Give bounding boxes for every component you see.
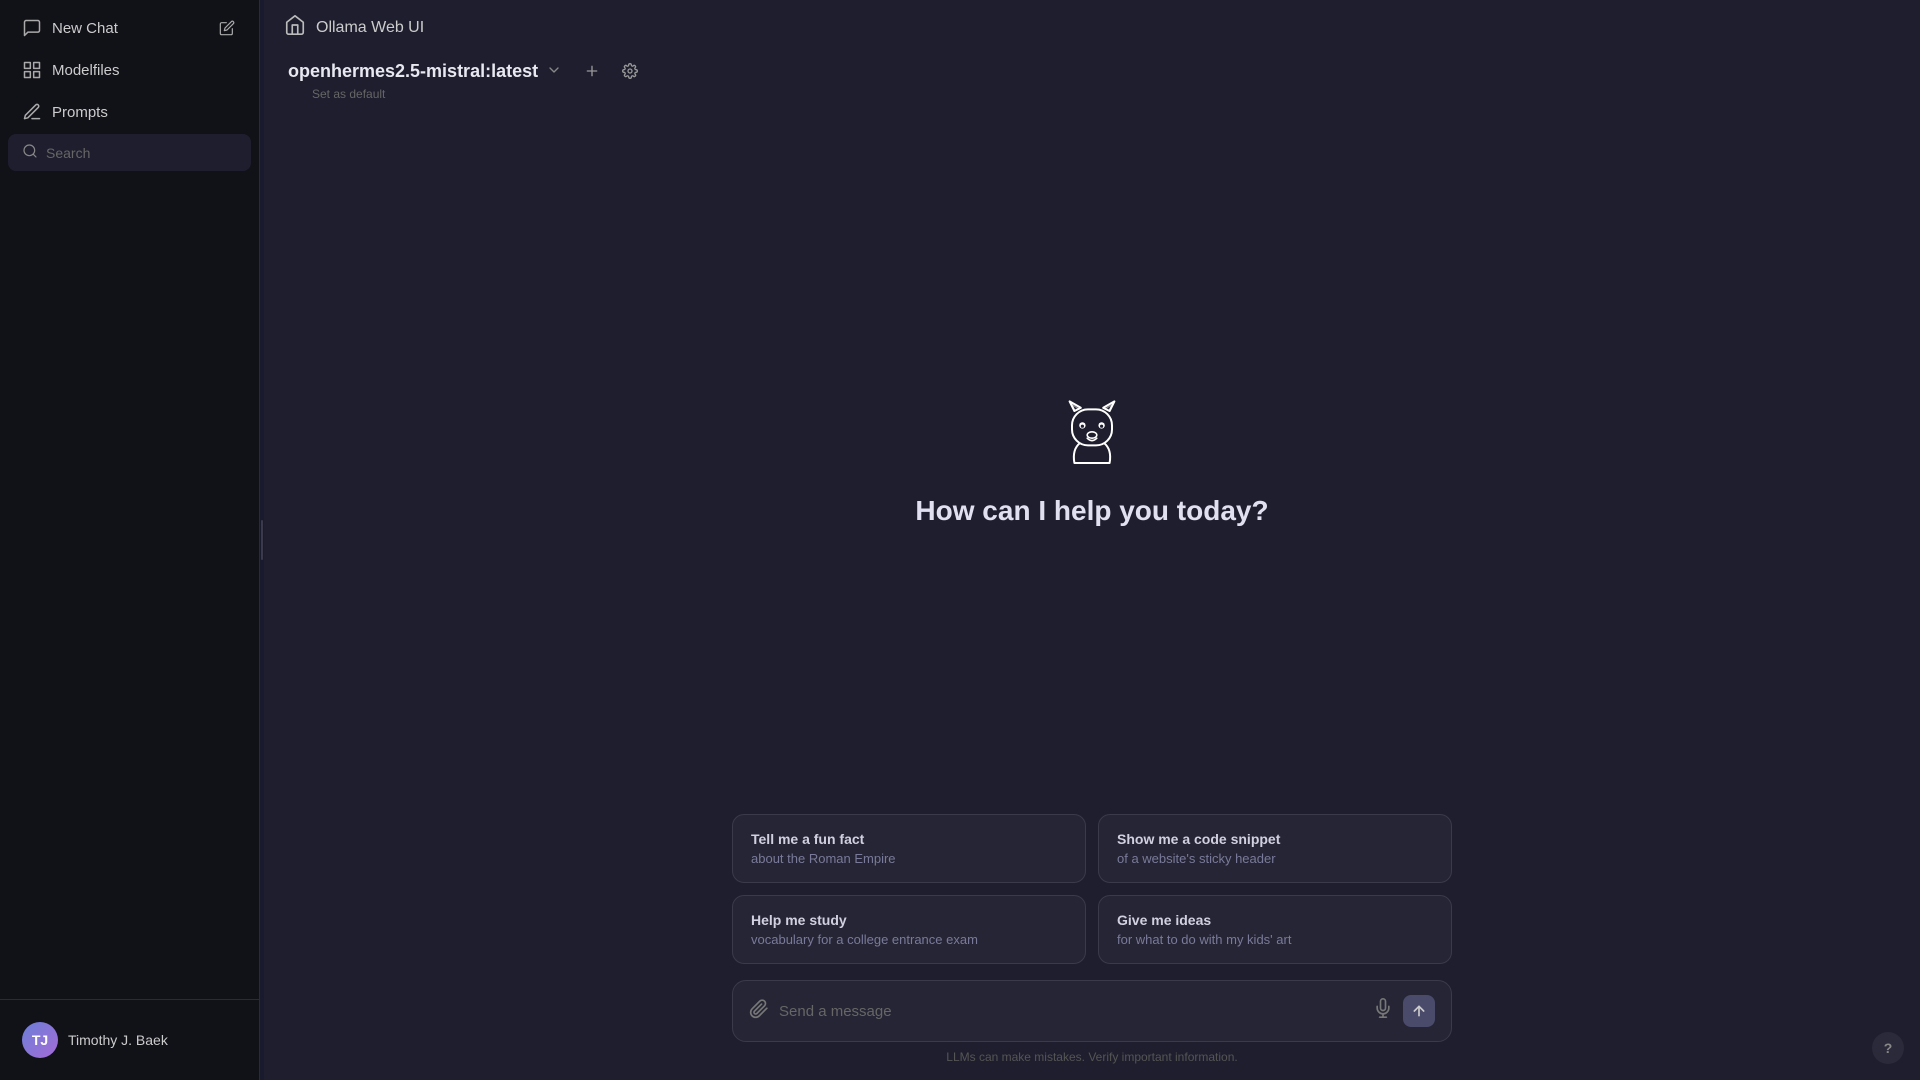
send-button[interactable]: [1403, 995, 1435, 1027]
disclaimer-text: LLMs can make mistakes. Verify important…: [732, 1050, 1452, 1064]
llama-mascot-icon: [1052, 395, 1132, 475]
new-chat-label: New Chat: [52, 20, 118, 37]
sidebar-bottom: TJ Timothy J. Baek: [0, 999, 259, 1080]
suggestion-title-1: Show me a code snippet: [1117, 831, 1433, 847]
sidebar-item-new-chat[interactable]: New Chat: [8, 8, 251, 48]
model-selector[interactable]: openhermes2.5-mistral:latest: [288, 61, 562, 82]
suggestion-title-2: Help me study: [751, 912, 1067, 928]
app-logo-icon: [284, 14, 306, 41]
suggestion-subtitle-2: vocabulary for a college entrance exam: [751, 932, 1067, 947]
welcome-text: How can I help you today?: [915, 495, 1268, 527]
suggestion-card-2[interactable]: Help me study vocabulary for a college e…: [732, 895, 1086, 964]
main-content: Ollama Web UI openhermes2.5-mistral:late…: [264, 0, 1920, 1080]
sidebar: New Chat Modelfiles: [0, 0, 260, 1080]
suggestion-title-3: Give me ideas: [1117, 912, 1433, 928]
user-name: Timothy J. Baek: [68, 1032, 168, 1048]
microphone-icon[interactable]: [1373, 998, 1393, 1024]
suggestion-subtitle-1: of a website's sticky header: [1117, 851, 1433, 866]
message-input-wrapper: [732, 980, 1452, 1042]
message-input[interactable]: [779, 1003, 1363, 1020]
top-bar: Ollama Web UI: [264, 0, 1920, 49]
app-name: Ollama Web UI: [316, 19, 424, 37]
sidebar-item-modelfiles[interactable]: Modelfiles: [8, 50, 251, 90]
model-actions: [578, 57, 644, 85]
attach-icon[interactable]: [749, 999, 769, 1024]
suggestions-grid: Tell me a fun fact about the Roman Empir…: [732, 814, 1452, 964]
add-model-button[interactable]: [578, 57, 606, 85]
search-bar[interactable]: Search: [8, 134, 251, 171]
model-area: openhermes2.5-mistral:latest: [264, 49, 1920, 107]
welcome-area: How can I help you today?: [915, 395, 1268, 527]
input-area: LLMs can make mistakes. Verify important…: [732, 980, 1452, 1064]
prompts-icon: [22, 102, 42, 122]
help-button[interactable]: ?: [1872, 1032, 1904, 1064]
edit-icon[interactable]: [217, 18, 237, 38]
model-name: openhermes2.5-mistral:latest: [288, 61, 538, 82]
suggestion-card-3[interactable]: Give me ideas for what to do with my kid…: [1098, 895, 1452, 964]
sidebar-item-prompts[interactable]: Prompts: [8, 92, 251, 132]
suggestion-title-0: Tell me a fun fact: [751, 831, 1067, 847]
avatar: TJ: [22, 1022, 58, 1058]
chat-content: How can I help you today? Tell me a fun …: [264, 107, 1920, 1080]
search-icon: [22, 143, 38, 162]
suggestion-card-0[interactable]: Tell me a fun fact about the Roman Empir…: [732, 814, 1086, 883]
modelfiles-icon: [22, 60, 42, 80]
prompts-label: Prompts: [52, 104, 108, 121]
search-label: Search: [46, 145, 90, 161]
chevron-down-icon: [546, 62, 562, 81]
suggestion-subtitle-3: for what to do with my kids' art: [1117, 932, 1433, 947]
user-profile[interactable]: TJ Timothy J. Baek: [8, 1012, 251, 1068]
modelfiles-label: Modelfiles: [52, 62, 120, 79]
suggestion-subtitle-0: about the Roman Empire: [751, 851, 1067, 866]
chat-icon: [22, 18, 42, 38]
suggestion-card-1[interactable]: Show me a code snippet of a website's st…: [1098, 814, 1452, 883]
set-as-default-link[interactable]: Set as default: [288, 85, 1896, 103]
sidebar-nav: New Chat Modelfiles: [0, 0, 259, 999]
model-settings-button[interactable]: [616, 57, 644, 85]
